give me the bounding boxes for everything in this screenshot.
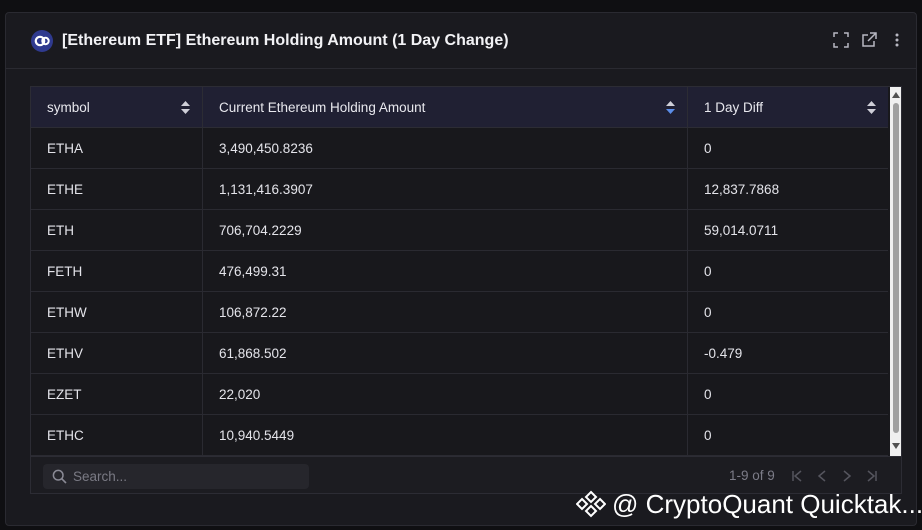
cell-symbol: FETH — [47, 264, 83, 279]
external-link-icon[interactable] — [860, 31, 878, 49]
cell-holding-amount: 3,490,450.8236 — [202, 128, 687, 169]
vertical-scrollbar[interactable] — [890, 87, 901, 456]
cell-symbol: ETHW — [47, 305, 87, 320]
next-page-icon[interactable] — [841, 469, 853, 483]
cell-symbol: ETH — [47, 223, 74, 238]
table-row: ETHA 3,490,450.8236 0 — [31, 128, 888, 169]
sort-icon[interactable] — [867, 101, 876, 114]
panel-header: [Ethereum ETF] Ethereum Holding Amount (… — [6, 13, 916, 69]
cell-1-day-diff: 0 — [687, 374, 888, 415]
pagination-info: 1-9 of 9 — [729, 468, 775, 483]
scrollbar-thumb[interactable] — [893, 103, 899, 433]
watermark-text: @ CryptoQuant Quicktak... — [612, 488, 922, 519]
column-header-amount[interactable]: Current Ethereum Holding Amount — [202, 87, 687, 128]
cell-holding-amount: 106,872.22 — [202, 292, 687, 333]
cell-holding-amount: 706,704.2229 — [202, 210, 687, 251]
table-row: ETHV 61,868.502 -0.479 — [31, 333, 888, 374]
cell-symbol: ETHC — [47, 428, 84, 443]
column-header-1-day-diff[interactable]: 1 Day Diff — [687, 87, 888, 128]
more-vertical-icon[interactable] — [888, 31, 906, 49]
cell-1-day-diff: -0.479 — [687, 333, 888, 374]
cell-holding-amount: 10,940.5449 — [202, 415, 687, 456]
table-row: ETHC 10,940.5449 0 — [31, 415, 888, 456]
sort-icon[interactable] — [181, 101, 190, 114]
cell-1-day-diff: 0 — [687, 251, 888, 292]
cell-1-day-diff: 0 — [687, 415, 888, 456]
chart-panel: [Ethereum ETF] Ethereum Holding Amount (… — [5, 12, 917, 526]
data-table: symbol Current Ethereum Holding Amount 1… — [30, 86, 902, 494]
first-page-icon[interactable] — [791, 469, 803, 483]
cell-1-day-diff: 12,837.7868 — [687, 169, 888, 210]
binance-logo-icon — [576, 490, 606, 518]
scroll-down-icon[interactable] — [892, 442, 900, 450]
cell-1-day-diff: 59,014.0711 — [687, 210, 888, 251]
cryptoquant-logo-icon — [31, 30, 53, 52]
table-row: EZET 22,020 0 — [31, 374, 888, 415]
table-row: FETH 476,499.31 0 — [31, 251, 888, 292]
cell-1-day-diff: 0 — [687, 128, 888, 169]
cell-symbol: EZET — [47, 387, 82, 402]
table-row: ETH 706,704.2229 59,014.0711 — [31, 210, 888, 251]
fullscreen-icon[interactable] — [832, 31, 850, 49]
cell-holding-amount: 476,499.31 — [202, 251, 687, 292]
panel-title: [Ethereum ETF] Ethereum Holding Amount (… — [62, 32, 509, 49]
cell-holding-amount: 22,020 — [202, 374, 687, 415]
watermark: @ CryptoQuant Quicktak... — [576, 486, 922, 522]
search-input[interactable] — [73, 467, 303, 486]
cell-symbol: ETHV — [47, 346, 84, 361]
cell-symbol: ETHE — [47, 182, 84, 197]
table-header: symbol Current Ethereum Holding Amount 1… — [31, 87, 888, 128]
last-page-icon[interactable] — [866, 469, 878, 483]
cell-symbol: ETHA — [47, 141, 84, 156]
cell-1-day-diff: 0 — [687, 292, 888, 333]
search-icon — [52, 469, 67, 484]
search-box[interactable] — [43, 464, 309, 489]
column-header-symbol[interactable]: symbol — [31, 87, 202, 128]
cell-holding-amount: 61,868.502 — [202, 333, 687, 374]
table-row: ETHW 106,872.22 0 — [31, 292, 888, 333]
table-body: ETHA 3,490,450.8236 0 ETHE 1,131,416.3907 12,… — [31, 128, 888, 456]
previous-page-icon[interactable] — [816, 469, 828, 483]
cell-holding-amount: 1,131,416.3907 — [202, 169, 687, 210]
sort-desc-icon[interactable] — [666, 101, 675, 114]
scroll-up-icon[interactable] — [892, 91, 900, 99]
table-row: ETHE 1,131,416.3907 12,837.7868 — [31, 169, 888, 210]
